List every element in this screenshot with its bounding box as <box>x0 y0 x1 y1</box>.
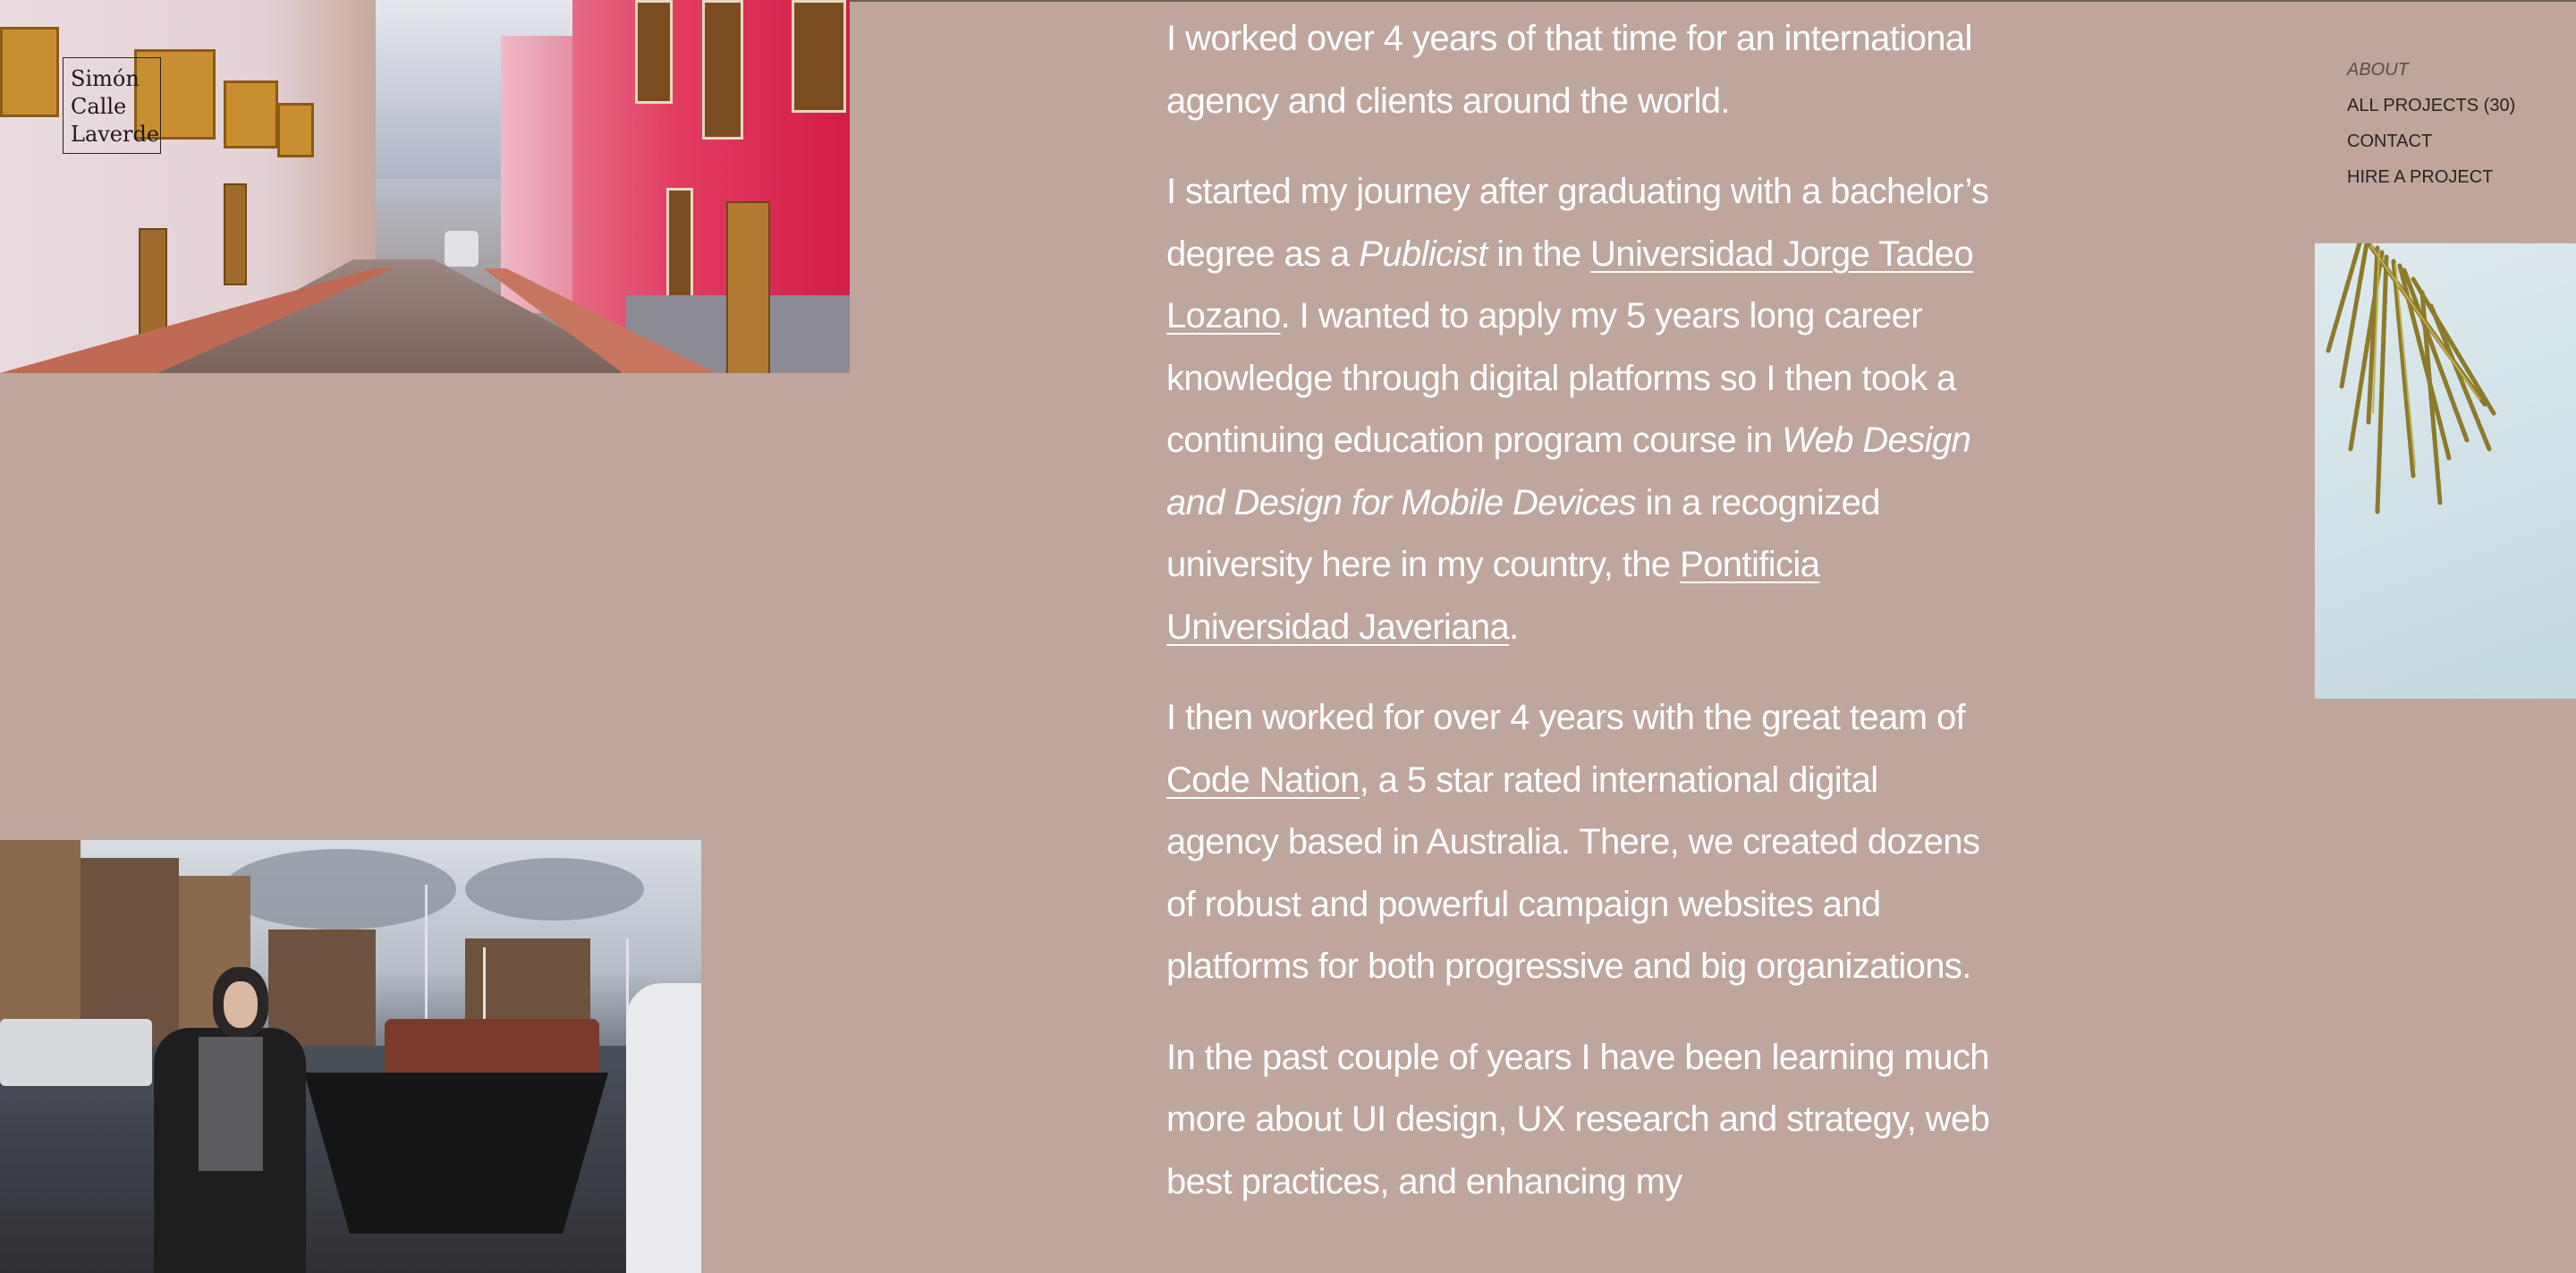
about-article: I worked over 4 years of that time for a… <box>1166 0 1998 1242</box>
nav-item-about[interactable]: ABOUT <box>2347 52 2562 88</box>
paragraph-3: I then worked for over 4 years with the … <box>1166 687 1998 998</box>
text: . <box>1509 607 1519 647</box>
nav-item-hire-a-project[interactable]: HIRE A PROJECT <box>2347 159 2562 195</box>
logo-line-2: Calle <box>71 94 127 119</box>
nav-item-contact[interactable]: CONTACT <box>2347 123 2562 159</box>
emphasis: Publicist <box>1359 233 1487 274</box>
nav-item-all-projects[interactable]: ALL PROJECTS (30) <box>2347 88 2562 123</box>
text: in the <box>1487 233 1591 274</box>
paragraph-4: In the past couple of years I have been … <box>1166 1037 1990 1201</box>
main-nav: ABOUT ALL PROJECTS (30) CONTACT HIRE A P… <box>2347 52 2562 195</box>
palm-leaf-graphic <box>2326 243 2496 514</box>
nav-item-label: ALL PROJECTS <box>2347 96 2479 115</box>
text: I then worked for over 4 years with the … <box>1166 698 1966 737</box>
logo-line-3: Laverde <box>71 122 160 147</box>
paragraph-1: I worked over 4 years of that time for a… <box>1166 19 1972 121</box>
logo-line-1: Simón <box>71 66 140 91</box>
palm-photo <box>2315 243 2576 699</box>
street-photo <box>0 0 850 373</box>
link-code-nation[interactable]: Code Nation <box>1166 760 1360 800</box>
project-count: (30) <box>2483 96 2516 115</box>
site-logo[interactable]: Simón Calle Laverde <box>63 57 161 154</box>
harbour-portrait-photo <box>0 840 701 1273</box>
paragraph-2: I started my journey after graduating wi… <box>1166 161 1998 658</box>
